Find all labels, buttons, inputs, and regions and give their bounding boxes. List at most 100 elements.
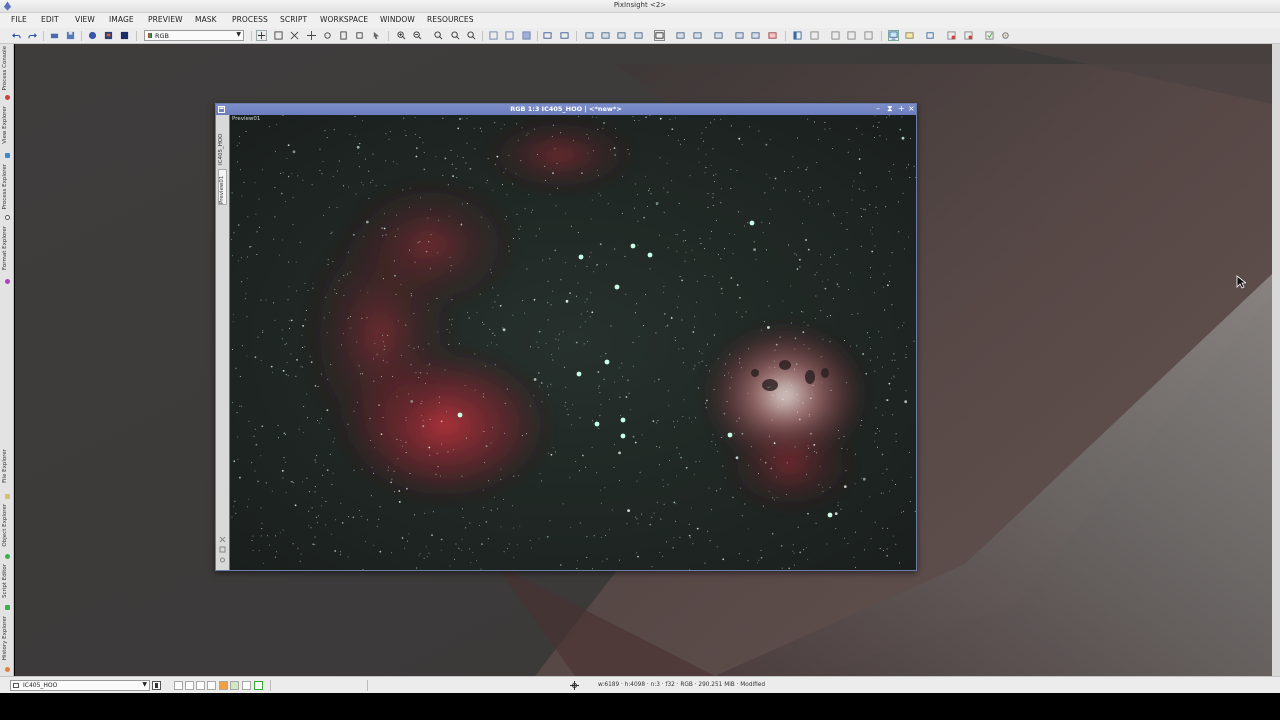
save-file-icon[interactable] xyxy=(66,31,75,40)
close-view-icon[interactable] xyxy=(947,31,956,40)
zoom-fit-icon[interactable] xyxy=(274,31,283,40)
mask-enable-icon[interactable] xyxy=(522,31,531,40)
layout-icon-2[interactable] xyxy=(810,31,819,40)
mask-invert-icon[interactable] xyxy=(505,31,514,40)
channel-blue-icon[interactable] xyxy=(634,31,643,40)
image-window-titlebar[interactable]: RGB 1:3 IC405_HOO | <*new*> – ⧗ + × xyxy=(216,104,916,115)
view-icon-3[interactable] xyxy=(768,31,777,40)
image-properties-icon[interactable] xyxy=(120,31,129,40)
channel-rgb-icon[interactable] xyxy=(585,31,594,40)
zoom-in-icon[interactable] xyxy=(397,31,406,40)
new-preview-icon[interactable] xyxy=(339,31,348,40)
channel-b-icon[interactable] xyxy=(693,31,702,40)
star xyxy=(874,245,876,247)
readout-mode-icon[interactable] xyxy=(256,30,267,41)
menu-image[interactable]: IMAGE xyxy=(109,15,134,24)
tab-main-view[interactable]: IC405_HOO xyxy=(218,125,227,165)
channel-box-3[interactable] xyxy=(196,681,205,690)
zoom-custom-icon[interactable] xyxy=(467,31,476,40)
zoom-2-1-icon[interactable] xyxy=(451,31,460,40)
settings-icon[interactable] xyxy=(1001,31,1010,40)
menu-preview[interactable]: PREVIEW xyxy=(148,15,183,24)
sidebar-tab-history-explorer[interactable]: History Explorer xyxy=(1,616,13,674)
sidebar-tab-view-explorer[interactable]: View Explorer xyxy=(1,106,13,160)
pan-mode-icon[interactable] xyxy=(307,31,316,40)
channel-alpha-icon[interactable] xyxy=(714,31,723,40)
zoom-1-1-icon[interactable] xyxy=(434,31,443,40)
menu-edit[interactable]: EDIT xyxy=(41,15,59,24)
sidebar-tab-object-explorer[interactable]: Object Explorer xyxy=(1,504,13,561)
mask-color-box[interactable] xyxy=(219,681,228,690)
image-browser-icon[interactable] xyxy=(905,31,914,40)
redo-icon[interactable] xyxy=(28,31,37,40)
image-window[interactable]: RGB 1:3 IC405_HOO | <*new*> – ⧗ + × IC40… xyxy=(215,103,917,571)
sidebar-tab-process-explorer[interactable]: Process Explorer xyxy=(1,164,13,222)
stf-auto-icon[interactable] xyxy=(560,31,569,40)
menu-mask[interactable]: MASK xyxy=(195,15,217,24)
star xyxy=(634,183,636,185)
center-view-icon[interactable] xyxy=(323,31,332,40)
menu-script[interactable]: SCRIPT xyxy=(280,15,307,24)
star xyxy=(569,292,571,295)
channel-red-icon[interactable] xyxy=(601,31,610,40)
channel-box-1[interactable] xyxy=(174,681,183,690)
star xyxy=(619,479,620,481)
accept-icon[interactable] xyxy=(985,31,994,40)
view-tab-tools-icon[interactable] xyxy=(219,535,226,565)
undo-icon[interactable] xyxy=(12,31,21,40)
colorspace-select[interactable]: RGB ▼ xyxy=(144,30,244,41)
export-icon[interactable] xyxy=(926,31,935,40)
channel-box-8[interactable] xyxy=(254,681,263,690)
image-canvas[interactable]: Preview01 xyxy=(229,115,916,570)
star xyxy=(881,453,884,456)
layout-icon-3[interactable] xyxy=(831,31,840,40)
channel-box-4[interactable] xyxy=(207,681,216,690)
sidebar-tab-file-explorer[interactable]: File Explorer xyxy=(1,449,13,501)
star xyxy=(682,240,684,242)
duplicate-image-icon[interactable] xyxy=(104,31,113,40)
fit-view-icon[interactable] xyxy=(290,31,299,40)
channel-a-icon[interactable] xyxy=(676,31,685,40)
sidebar-tab-script-editor[interactable]: Script Editor xyxy=(1,564,13,612)
tab-preview01[interactable]: Preview01 xyxy=(218,169,227,205)
star xyxy=(904,248,906,250)
star xyxy=(693,473,695,475)
channel-box-2[interactable] xyxy=(185,681,194,690)
layout-icon-1[interactable] xyxy=(793,31,802,40)
layout-icon-5[interactable] xyxy=(864,31,873,40)
menu-workspace[interactable]: WORKSPACE xyxy=(320,15,368,24)
view-lock-icon[interactable] xyxy=(152,681,161,690)
menu-window[interactable]: WINDOW xyxy=(380,15,415,24)
channel-green-icon[interactable] xyxy=(617,31,626,40)
view-selector[interactable]: IC405_HOO ▼ xyxy=(10,680,150,691)
close-button[interactable]: × xyxy=(908,104,915,113)
menu-view[interactable]: VIEW xyxy=(75,15,95,24)
pointer-mode-icon[interactable] xyxy=(372,31,381,40)
edit-preview-icon[interactable] xyxy=(355,31,364,40)
maximize-button[interactable]: + xyxy=(898,104,905,113)
open-file-icon[interactable] xyxy=(50,31,59,40)
shade-button[interactable]: ⧗ xyxy=(887,104,893,114)
menu-file[interactable]: FILE xyxy=(11,15,27,24)
new-image-icon[interactable] xyxy=(88,31,97,40)
minimize-button[interactable]: – xyxy=(876,104,880,113)
star xyxy=(767,326,770,329)
menu-process[interactable]: PROCESS xyxy=(232,15,268,24)
star xyxy=(435,156,437,158)
channel-luminance-icon[interactable] xyxy=(654,30,665,41)
mask-show-icon[interactable] xyxy=(489,31,498,40)
view-icon-1[interactable] xyxy=(735,31,744,40)
close-all-icon[interactable] xyxy=(964,31,973,40)
star xyxy=(769,367,771,369)
sidebar-tab-process-console[interactable]: Process Console xyxy=(1,46,13,101)
menu-resources[interactable]: RESOURCES xyxy=(427,15,474,24)
screen-transfer-icon[interactable] xyxy=(543,31,552,40)
sidebar-tab-format-explorer[interactable]: Format Explorer xyxy=(1,226,13,286)
channel-box-6[interactable] xyxy=(230,681,239,690)
view-icon-2[interactable] xyxy=(751,31,760,40)
layout-icon-4[interactable] xyxy=(847,31,856,40)
channel-box-7[interactable] xyxy=(242,681,251,690)
star xyxy=(891,359,893,361)
monitor-icon[interactable] xyxy=(888,30,899,41)
zoom-out-icon[interactable] xyxy=(413,31,422,40)
